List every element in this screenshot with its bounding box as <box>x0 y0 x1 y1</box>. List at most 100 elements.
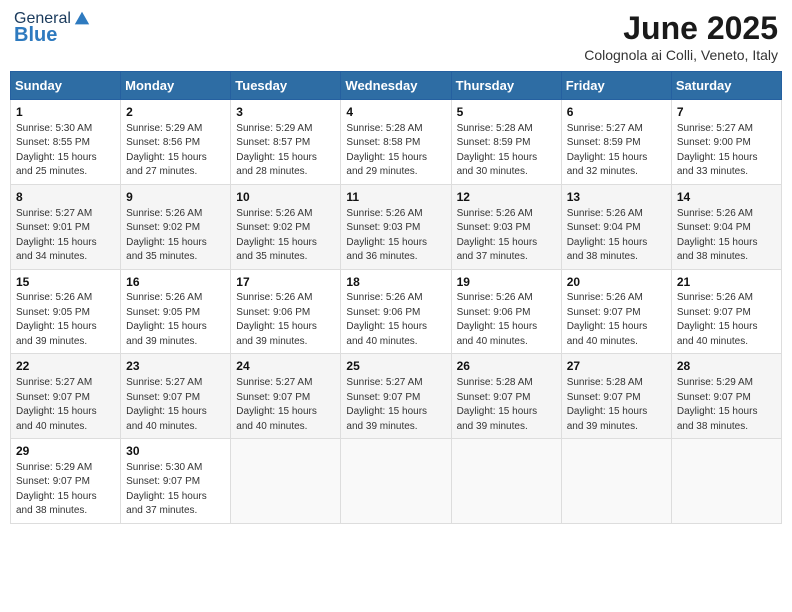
calendar-header-row: SundayMondayTuesdayWednesdayThursdayFrid… <box>11 72 782 100</box>
day-info: Sunrise: 5:27 AM Sunset: 8:59 PM Dayligh… <box>567 122 666 180</box>
day-info: Sunrise: 5:26 AM Sunset: 9:04 PM Dayligh… <box>567 207 666 265</box>
day-info: Sunrise: 5:26 AM Sunset: 9:07 PM Dayligh… <box>677 291 776 349</box>
calendar-week-row: 1Sunrise: 5:30 AM Sunset: 8:55 PM Daylig… <box>11 100 782 185</box>
calendar-cell: 26Sunrise: 5:28 AM Sunset: 9:07 PM Dayli… <box>451 354 561 439</box>
calendar-cell: 9Sunrise: 5:26 AM Sunset: 9:02 PM Daylig… <box>121 184 231 269</box>
day-number: 2 <box>126 104 225 121</box>
logo-icon <box>73 10 91 28</box>
calendar-cell: 24Sunrise: 5:27 AM Sunset: 9:07 PM Dayli… <box>231 354 341 439</box>
calendar-cell: 10Sunrise: 5:26 AM Sunset: 9:02 PM Dayli… <box>231 184 341 269</box>
logo: General Blue <box>14 10 91 47</box>
day-number: 28 <box>677 358 776 375</box>
page-header: General Blue June 2025 Colognola ai Coll… <box>10 10 782 63</box>
day-number: 13 <box>567 189 666 206</box>
day-number: 29 <box>16 443 115 460</box>
logo-blue-text: Blue <box>14 24 57 47</box>
calendar-cell: 19Sunrise: 5:26 AM Sunset: 9:06 PM Dayli… <box>451 269 561 354</box>
calendar-cell: 27Sunrise: 5:28 AM Sunset: 9:07 PM Dayli… <box>561 354 671 439</box>
day-info: Sunrise: 5:27 AM Sunset: 9:07 PM Dayligh… <box>16 376 115 434</box>
calendar-week-row: 22Sunrise: 5:27 AM Sunset: 9:07 PM Dayli… <box>11 354 782 439</box>
day-header-tuesday: Tuesday <box>231 72 341 100</box>
day-number: 6 <box>567 104 666 121</box>
calendar-cell <box>671 439 781 524</box>
day-number: 5 <box>457 104 556 121</box>
day-info: Sunrise: 5:27 AM Sunset: 9:07 PM Dayligh… <box>126 376 225 434</box>
calendar-cell: 23Sunrise: 5:27 AM Sunset: 9:07 PM Dayli… <box>121 354 231 439</box>
day-info: Sunrise: 5:28 AM Sunset: 8:59 PM Dayligh… <box>457 122 556 180</box>
day-number: 16 <box>126 274 225 291</box>
day-info: Sunrise: 5:26 AM Sunset: 9:06 PM Dayligh… <box>346 291 445 349</box>
calendar-cell: 21Sunrise: 5:26 AM Sunset: 9:07 PM Dayli… <box>671 269 781 354</box>
day-number: 25 <box>346 358 445 375</box>
calendar-table: SundayMondayTuesdayWednesdayThursdayFrid… <box>10 71 782 524</box>
day-number: 7 <box>677 104 776 121</box>
day-number: 10 <box>236 189 335 206</box>
day-info: Sunrise: 5:28 AM Sunset: 8:58 PM Dayligh… <box>346 122 445 180</box>
day-info: Sunrise: 5:27 AM Sunset: 9:07 PM Dayligh… <box>346 376 445 434</box>
day-info: Sunrise: 5:26 AM Sunset: 9:07 PM Dayligh… <box>567 291 666 349</box>
day-number: 9 <box>126 189 225 206</box>
calendar-cell: 1Sunrise: 5:30 AM Sunset: 8:55 PM Daylig… <box>11 100 121 185</box>
calendar-cell: 2Sunrise: 5:29 AM Sunset: 8:56 PM Daylig… <box>121 100 231 185</box>
calendar-cell: 11Sunrise: 5:26 AM Sunset: 9:03 PM Dayli… <box>341 184 451 269</box>
calendar-cell <box>231 439 341 524</box>
day-info: Sunrise: 5:27 AM Sunset: 9:07 PM Dayligh… <box>236 376 335 434</box>
day-info: Sunrise: 5:26 AM Sunset: 9:03 PM Dayligh… <box>457 207 556 265</box>
day-header-friday: Friday <box>561 72 671 100</box>
calendar-cell: 14Sunrise: 5:26 AM Sunset: 9:04 PM Dayli… <box>671 184 781 269</box>
day-info: Sunrise: 5:27 AM Sunset: 9:01 PM Dayligh… <box>16 207 115 265</box>
calendar-week-row: 29Sunrise: 5:29 AM Sunset: 9:07 PM Dayli… <box>11 439 782 524</box>
day-info: Sunrise: 5:30 AM Sunset: 8:55 PM Dayligh… <box>16 122 115 180</box>
calendar-week-row: 15Sunrise: 5:26 AM Sunset: 9:05 PM Dayli… <box>11 269 782 354</box>
day-info: Sunrise: 5:29 AM Sunset: 9:07 PM Dayligh… <box>16 461 115 519</box>
calendar-cell: 15Sunrise: 5:26 AM Sunset: 9:05 PM Dayli… <box>11 269 121 354</box>
day-info: Sunrise: 5:26 AM Sunset: 9:04 PM Dayligh… <box>677 207 776 265</box>
day-info: Sunrise: 5:29 AM Sunset: 8:56 PM Dayligh… <box>126 122 225 180</box>
calendar-cell: 28Sunrise: 5:29 AM Sunset: 9:07 PM Dayli… <box>671 354 781 439</box>
calendar-cell <box>561 439 671 524</box>
day-number: 4 <box>346 104 445 121</box>
day-number: 26 <box>457 358 556 375</box>
day-number: 22 <box>16 358 115 375</box>
calendar-cell: 25Sunrise: 5:27 AM Sunset: 9:07 PM Dayli… <box>341 354 451 439</box>
calendar-cell <box>341 439 451 524</box>
calendar-cell: 30Sunrise: 5:30 AM Sunset: 9:07 PM Dayli… <box>121 439 231 524</box>
day-info: Sunrise: 5:27 AM Sunset: 9:00 PM Dayligh… <box>677 122 776 180</box>
day-number: 19 <box>457 274 556 291</box>
day-number: 11 <box>346 189 445 206</box>
calendar-cell: 5Sunrise: 5:28 AM Sunset: 8:59 PM Daylig… <box>451 100 561 185</box>
month-title: June 2025 <box>584 10 778 47</box>
day-number: 14 <box>677 189 776 206</box>
day-number: 15 <box>16 274 115 291</box>
day-info: Sunrise: 5:29 AM Sunset: 8:57 PM Dayligh… <box>236 122 335 180</box>
day-number: 3 <box>236 104 335 121</box>
calendar-cell: 18Sunrise: 5:26 AM Sunset: 9:06 PM Dayli… <box>341 269 451 354</box>
day-number: 23 <box>126 358 225 375</box>
day-info: Sunrise: 5:26 AM Sunset: 9:03 PM Dayligh… <box>346 207 445 265</box>
day-number: 21 <box>677 274 776 291</box>
day-header-monday: Monday <box>121 72 231 100</box>
day-info: Sunrise: 5:28 AM Sunset: 9:07 PM Dayligh… <box>457 376 556 434</box>
calendar-cell: 29Sunrise: 5:29 AM Sunset: 9:07 PM Dayli… <box>11 439 121 524</box>
calendar-cell: 13Sunrise: 5:26 AM Sunset: 9:04 PM Dayli… <box>561 184 671 269</box>
calendar-cell: 17Sunrise: 5:26 AM Sunset: 9:06 PM Dayli… <box>231 269 341 354</box>
day-number: 24 <box>236 358 335 375</box>
day-header-wednesday: Wednesday <box>341 72 451 100</box>
calendar-cell: 8Sunrise: 5:27 AM Sunset: 9:01 PM Daylig… <box>11 184 121 269</box>
day-number: 27 <box>567 358 666 375</box>
calendar-cell: 22Sunrise: 5:27 AM Sunset: 9:07 PM Dayli… <box>11 354 121 439</box>
day-number: 1 <box>16 104 115 121</box>
day-info: Sunrise: 5:26 AM Sunset: 9:05 PM Dayligh… <box>16 291 115 349</box>
day-info: Sunrise: 5:28 AM Sunset: 9:07 PM Dayligh… <box>567 376 666 434</box>
day-number: 20 <box>567 274 666 291</box>
calendar-week-row: 8Sunrise: 5:27 AM Sunset: 9:01 PM Daylig… <box>11 184 782 269</box>
day-info: Sunrise: 5:26 AM Sunset: 9:05 PM Dayligh… <box>126 291 225 349</box>
day-info: Sunrise: 5:26 AM Sunset: 9:06 PM Dayligh… <box>457 291 556 349</box>
calendar-cell: 4Sunrise: 5:28 AM Sunset: 8:58 PM Daylig… <box>341 100 451 185</box>
calendar-cell: 20Sunrise: 5:26 AM Sunset: 9:07 PM Dayli… <box>561 269 671 354</box>
calendar-cell <box>451 439 561 524</box>
day-info: Sunrise: 5:29 AM Sunset: 9:07 PM Dayligh… <box>677 376 776 434</box>
day-header-saturday: Saturday <box>671 72 781 100</box>
day-number: 18 <box>346 274 445 291</box>
day-info: Sunrise: 5:26 AM Sunset: 9:02 PM Dayligh… <box>236 207 335 265</box>
